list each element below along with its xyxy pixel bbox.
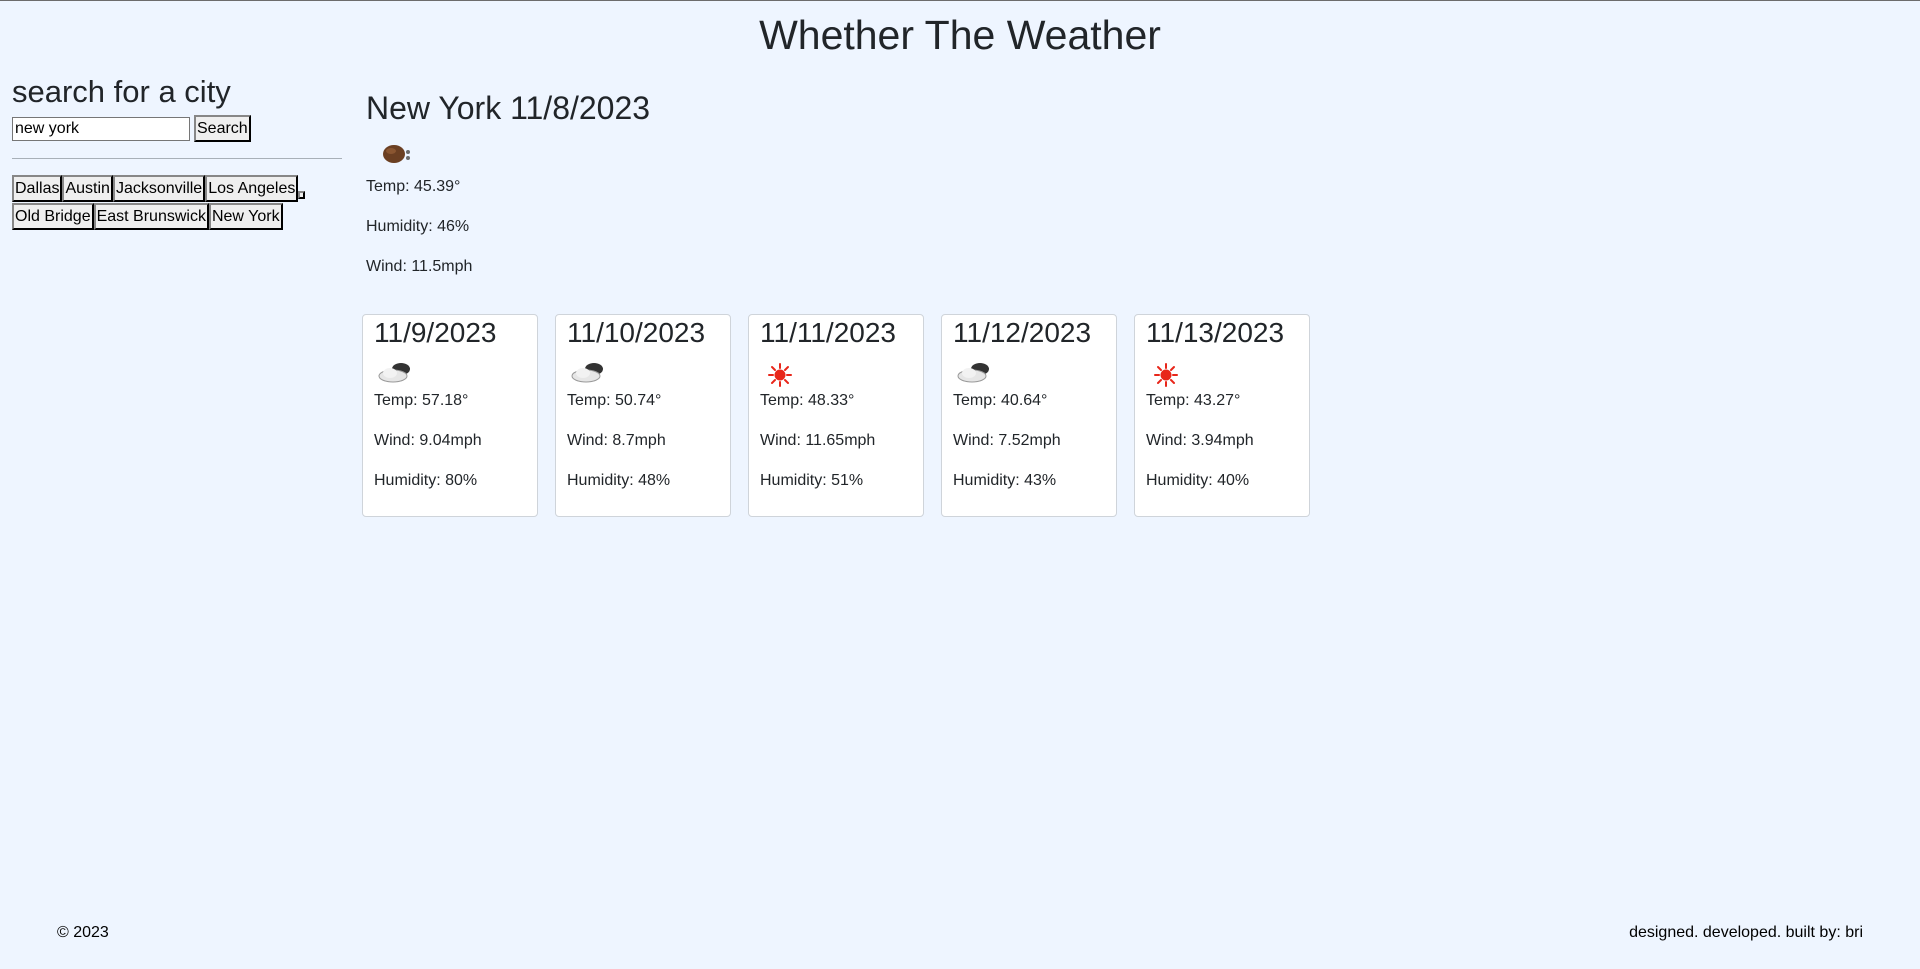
forecast-humidity: Humidity: 51% xyxy=(760,471,864,489)
site-header: Whether The Weather xyxy=(0,1,1920,71)
sun-icon xyxy=(768,362,792,387)
forecast-temp: Temp: 50.74° xyxy=(567,391,662,409)
search-button[interactable]: Search xyxy=(194,115,251,143)
forecast-card: 11/9/2023 Temp: 57.18° Wind: 9.04mph Hum… xyxy=(362,314,538,517)
search-history: Dallas Austin Jacksonville Los Angeles O… xyxy=(12,175,307,231)
cloudy-icon xyxy=(571,362,603,383)
copyright: © 2023 xyxy=(57,924,109,941)
history-button-east-brunswick[interactable]: East Brunswick xyxy=(93,203,209,231)
forecast-card: 11/12/2023 Temp: 40.64° Wind: 7.52mph Hu… xyxy=(941,314,1117,517)
history-button-old-bridge[interactable]: Old Bridge xyxy=(12,203,94,231)
forecast-wind: Wind: 11.65mph xyxy=(760,431,876,449)
sidebar-divider xyxy=(12,158,342,160)
history-button-austin[interactable]: Austin xyxy=(62,175,113,203)
forecast-wind: Wind: 7.52mph xyxy=(953,431,1061,449)
credit: designed. developed. built by: bri xyxy=(1629,924,1863,941)
forecast-date: 11/11/2023 xyxy=(760,317,896,348)
current-humidity: Humidity: 46% xyxy=(366,218,470,236)
forecast-date: 11/9/2023 xyxy=(374,317,497,348)
history-button-empty[interactable] xyxy=(298,191,306,200)
forecast-date: 11/13/2023 xyxy=(1146,317,1285,348)
history-button-new-york[interactable]: New York xyxy=(208,203,283,231)
history-button-dallas[interactable]: Dallas xyxy=(12,175,63,203)
forecast-humidity: Humidity: 40% xyxy=(1146,471,1250,489)
forecast-humidity: Humidity: 48% xyxy=(567,471,671,489)
current-wind: Wind: 11.5mph xyxy=(366,258,473,276)
sidebar-title: search for a city xyxy=(12,74,231,109)
forecast-card: 11/11/2023 Temp: 48.33° Wind: 11.65mph H… xyxy=(748,314,924,517)
current-temp: Temp: 45.39° xyxy=(366,178,461,196)
site-title: Whether The Weather xyxy=(759,12,1161,58)
night-partly-cloudy-icon xyxy=(383,145,410,164)
forecast: 11/9/2023 Temp: 57.18° Wind: 9.04mph Hum… xyxy=(362,314,1310,517)
current-weather: New York 11/8/2023 Temp: 45.39° Humidity… xyxy=(366,89,650,297)
forecast-humidity: Humidity: 80% xyxy=(374,471,478,489)
forecast-temp: Temp: 43.27° xyxy=(1146,391,1241,409)
forecast-wind: Wind: 8.7mph xyxy=(567,431,666,449)
forecast-temp: Temp: 57.18° xyxy=(374,391,469,409)
cloudy-icon xyxy=(378,362,410,383)
search-row: Search xyxy=(12,115,342,143)
forecast-wind: Wind: 3.94mph xyxy=(1146,431,1254,449)
city-search-input[interactable] xyxy=(12,116,190,141)
current-heading: New York 11/8/2023 xyxy=(366,90,651,126)
forecast-temp: Temp: 48.33° xyxy=(760,391,855,409)
forecast-card: 11/10/2023 Temp: 50.74° Wind: 8.7mph Hum… xyxy=(555,314,731,517)
forecast-date: 11/10/2023 xyxy=(567,317,706,348)
forecast-humidity: Humidity: 43% xyxy=(953,471,1057,489)
forecast-temp: Temp: 40.64° xyxy=(953,391,1048,409)
history-button-jacksonville[interactable]: Jacksonville xyxy=(112,175,206,203)
forecast-date: 11/12/2023 xyxy=(953,317,1092,348)
sidebar: search for a city Search Dallas Austin J… xyxy=(12,73,342,231)
forecast-wind: Wind: 9.04mph xyxy=(374,431,482,449)
history-button-los-angeles[interactable]: Los Angeles xyxy=(205,175,299,203)
cloudy-icon xyxy=(957,362,989,383)
forecast-card: 11/13/2023 Temp: 43.27° Wind: 3.94mph Hu… xyxy=(1134,314,1310,517)
sun-icon xyxy=(1154,362,1178,387)
